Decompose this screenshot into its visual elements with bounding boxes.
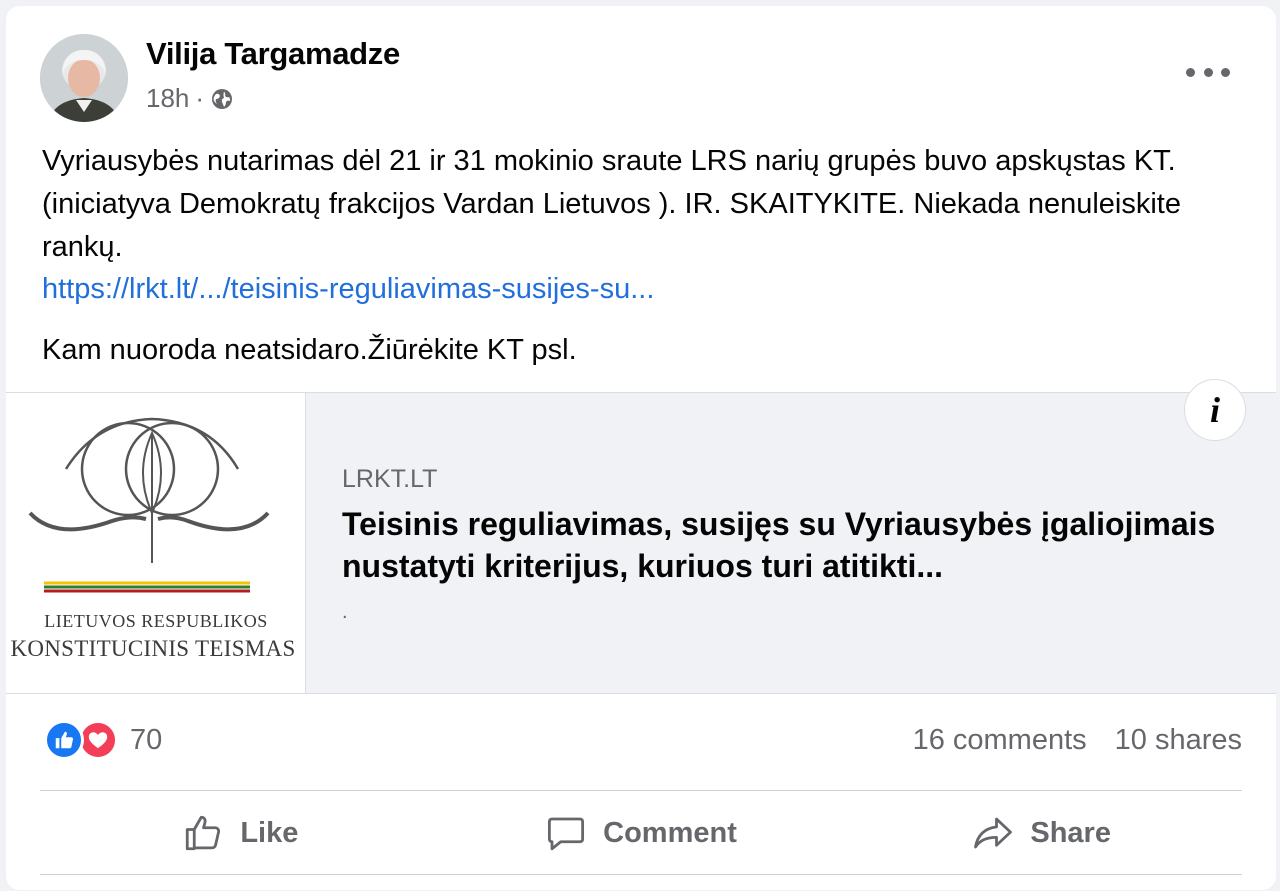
info-icon[interactable]: i	[1184, 379, 1246, 441]
divider	[40, 790, 1242, 791]
preview-domain: LRKT.LT	[342, 465, 438, 493]
post-meta: 18h ·	[146, 83, 234, 114]
comment-label: Comment	[603, 816, 737, 849]
post-card: Vilija Targamadze 18h · Vyriausybės nuta…	[6, 6, 1276, 890]
logo-line-1: LIETUVOS RESPUBLIKOS	[44, 611, 268, 631]
bottom-divider	[40, 874, 1242, 875]
like-button[interactable]: Like	[40, 792, 441, 874]
author-name[interactable]: Vilija Targamadze	[146, 36, 400, 72]
shares-count[interactable]: 10 shares	[1115, 724, 1242, 757]
logo-line-2: KONSTITUCINIS TEISMAS	[10, 636, 296, 661]
reaction-count: 70	[130, 723, 163, 756]
share-arrow-icon	[974, 817, 1013, 849]
share-label: Share	[1030, 816, 1111, 849]
court-logo-icon	[28, 417, 270, 593]
post-time[interactable]: 18h	[146, 83, 189, 114]
author-avatar[interactable]	[40, 34, 128, 122]
post-text-secondary: Kam nuoroda neatsidaro.Žiūrėkite KT psl.	[42, 334, 577, 366]
like-reaction-icon	[44, 720, 84, 760]
love-reaction-icon	[78, 720, 118, 760]
more-options-icon[interactable]	[1186, 62, 1230, 82]
thumbs-up-icon	[186, 815, 221, 851]
preview-description: .	[342, 601, 348, 623]
comment-icon	[548, 817, 585, 851]
reaction-summary[interactable]: 70	[44, 720, 162, 760]
comments-count[interactable]: 16 comments	[913, 724, 1087, 757]
like-label: Like	[240, 816, 299, 849]
action-bar: Like Comment Share	[40, 792, 1242, 874]
engagement-counts: 16 comments 10 shares	[913, 724, 1242, 757]
preview-title[interactable]: Teisinis reguliavimas, susijęs su Vyriau…	[342, 503, 1242, 587]
globe-icon[interactable]	[210, 87, 234, 111]
comment-button[interactable]: Comment	[441, 792, 842, 874]
link-preview[interactable]: LIETUVOS RESPUBLIKOS KONSTITUCINIS TEISM…	[6, 379, 1276, 694]
post-text: Vyriausybės nutarimas dėl 21 ir 31 mokin…	[42, 145, 1181, 263]
preview-image[interactable]: LIETUVOS RESPUBLIKOS KONSTITUCINIS TEISM…	[6, 393, 306, 693]
post-link[interactable]: https://lrkt.lt/.../teisinis-reguliavima…	[42, 268, 654, 311]
share-button[interactable]: Share	[841, 792, 1242, 874]
meta-separator: ·	[195, 83, 205, 113]
